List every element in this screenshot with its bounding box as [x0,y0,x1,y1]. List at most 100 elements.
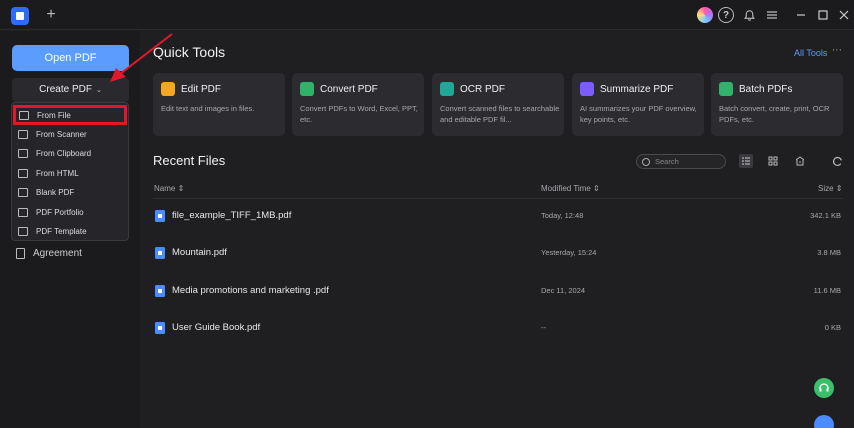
tool-card-ocr-pdf[interactable]: OCR PDF Convert scanned files to searcha… [432,73,564,136]
file-size: 3.8 MB [817,248,841,257]
dropdown-item-label: Blank PDF [36,187,75,197]
dropdown-item-label: PDF Template [36,226,87,236]
bell-icon[interactable] [741,7,757,23]
file-row[interactable]: Mountain.pdf Yesterday, 15:24 3.8 MB [153,243,843,263]
tool-card-desc: Convert scanned files to searchable and … [440,104,560,124]
tool-card-desc: AI summarizes your PDF overview, key poi… [580,104,697,124]
tool-card-summarize-pdf[interactable]: Summarize PDF AI summarizes your PDF ove… [572,73,704,136]
tool-card-title: Batch PDFs [739,84,793,95]
more-options-icon[interactable]: ⋯ [832,45,842,56]
minimize-button[interactable] [793,7,809,23]
tool-card-desc: Batch convert, create, print, OCR PDFs, … [719,104,830,124]
new-tab-button[interactable]: + [42,5,60,25]
tool-card-desc: Edit text and images in files. [161,104,255,113]
user-avatar[interactable] [697,7,713,23]
column-header-size[interactable]: Size ⇕ [818,184,843,193]
create-pdf-dropdown: From File From Scanner From Clipboard Fr… [11,102,129,241]
grid-view-button[interactable] [766,154,780,168]
file-size: 0 KB [824,323,841,332]
close-window-button[interactable] [836,7,852,23]
dropdown-item-from-clipboard[interactable]: From Clipboard [12,143,128,163]
search-input[interactable]: Search [636,154,726,169]
dropdown-item-label: From Scanner [36,129,87,139]
file-modified: Yesterday, 15:24 [541,248,597,257]
list-view-button[interactable] [739,154,753,168]
hamburger-menu-icon[interactable] [764,7,780,23]
tool-card-title: Convert PDF [320,84,378,95]
tool-card-title: Summarize PDF [600,84,674,95]
scanner-icon [18,129,28,139]
sidebar-item-label: Agreement [33,248,82,259]
sort-icon: ⇕ [177,184,185,193]
file-name: Media promotions and marketing .pdf [172,285,329,296]
convert-pdf-icon [300,82,314,96]
column-header-label: Modified Time [541,184,591,193]
file-name: Mountain.pdf [172,247,227,258]
file-row[interactable]: file_example_TIFF_1MB.pdf Today, 12:48 3… [153,206,843,226]
dropdown-item-pdf-template[interactable]: PDF Template [12,221,128,241]
dropdown-item-blank-pdf[interactable]: Blank PDF [12,182,128,202]
dropdown-item-label: PDF Portfolio [36,207,84,217]
html-icon [18,168,28,178]
dropdown-item-from-scanner[interactable]: From Scanner [12,124,128,144]
pdf-file-icon [155,247,165,259]
file-modified: -- [541,323,546,332]
tool-card-edit-pdf[interactable]: Edit PDF Edit text and images in files. [153,73,285,136]
header-divider [153,198,843,199]
refresh-icon[interactable] [830,154,844,168]
file-name: file_example_TIFF_1MB.pdf [172,210,292,221]
maximize-button[interactable] [815,7,831,23]
create-pdf-label: Create PDF [39,84,92,95]
floating-action-button[interactable] [814,415,834,428]
batch-pdfs-icon [719,82,733,96]
clipboard-icon [18,148,28,158]
portfolio-icon [18,207,28,217]
file-modified: Dec 11, 2024 [541,286,586,295]
search-icon [642,157,650,166]
app-logo-icon [11,7,29,25]
quick-tools-title: Quick Tools [153,44,226,60]
file-size: 342.1 KB [810,211,841,220]
blank-page-icon [18,187,28,197]
file-name: User Guide Book.pdf [172,322,261,333]
tool-card-title: Edit PDF [181,84,222,95]
file-modified: Today, 12:48 [541,211,584,220]
title-bar: + ? [0,0,854,30]
support-chat-button[interactable] [814,378,834,398]
pdf-file-icon [155,285,165,297]
create-pdf-button[interactable]: Create PDF ⌄ [12,78,129,102]
help-icon[interactable]: ? [718,7,734,23]
column-header-label: Name [154,184,176,193]
pdf-file-icon [155,322,165,334]
file-row[interactable]: Media promotions and marketing .pdf Dec … [153,281,843,301]
template-icon [18,226,28,236]
pdf-file-icon [155,210,165,222]
tool-card-batch-pdfs[interactable]: Batch PDFs Batch convert, create, print,… [711,73,843,136]
column-header-name[interactable]: Name ⇕ [154,184,184,193]
sort-icon: ⇕ [593,184,600,193]
all-tools-link[interactable]: All Tools [794,48,827,58]
tool-card-convert-pdf[interactable]: Convert PDF Convert PDFs to Word, Excel,… [292,73,424,136]
sidebar-item-agreement[interactable]: Agreement [16,248,82,259]
recent-files-title: Recent Files [153,153,226,168]
document-icon [16,248,25,259]
tool-card-desc: Convert PDFs to Word, Excel, PPT, etc. [300,104,418,124]
file-row[interactable]: User Guide Book.pdf -- 0 KB [153,318,843,338]
open-pdf-button[interactable]: Open PDF [12,45,129,71]
dropdown-item-pdf-portfolio[interactable]: PDF Portfolio [12,202,128,222]
tool-card-title: OCR PDF [460,84,505,95]
column-header-modified[interactable]: Modified Time ⇕ [541,184,600,193]
file-size: 11.6 MB [813,286,841,295]
dropdown-item-label: From HTML [36,168,79,178]
storage-icon[interactable] [793,154,807,168]
dropdown-item-from-file[interactable]: From File [13,105,127,125]
edit-pdf-icon [161,82,175,96]
chevron-down-icon: ⌄ [95,87,102,94]
column-header-label: Size [818,184,834,193]
folder-icon [19,110,29,120]
ocr-pdf-icon [440,82,454,96]
sort-icon: ⇕ [835,184,843,193]
dropdown-item-label: From File [37,110,71,120]
dropdown-item-label: From Clipboard [36,148,92,158]
dropdown-item-from-html[interactable]: From HTML [12,163,128,183]
